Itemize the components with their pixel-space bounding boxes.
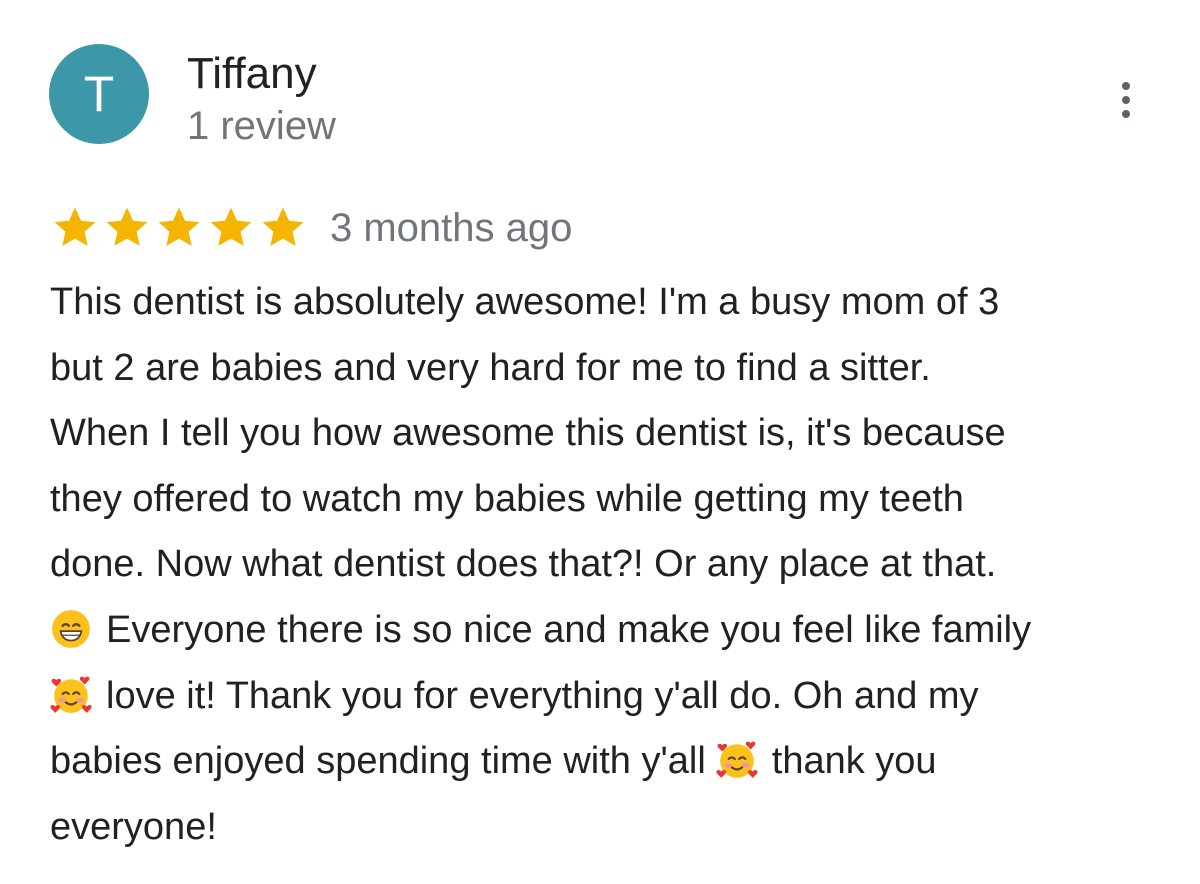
review-line: but 2 are babies and very hard for me to… [50,346,931,389]
more-vert-icon-dot [1122,96,1130,104]
star-icon [54,207,96,246]
smiling-face-with-hearts-emoji-icon [716,741,758,779]
more-vert-icon-dot [1122,82,1130,90]
review-line-text: Everyone there is so nice and make you f… [106,608,1032,651]
review-line: Everyone there is so nice and make you f… [50,598,1180,664]
smiling-face-with-hearts-emoji-icon [50,676,92,713]
star-icon [210,207,252,246]
star-icon [158,207,200,246]
review-line: babies enjoyed spending time with y'all … [50,729,1180,795]
more-vert-icon-dot [1122,110,1130,118]
more-options-button[interactable] [1106,76,1146,124]
review-line-text: love it! Thank you for everything y'all … [106,674,979,717]
star-icon [262,207,304,246]
rating-row: 3 months ago [50,200,572,256]
star-icon [106,207,148,246]
review-line: done. Now what dentist does that?! Or an… [50,543,997,586]
grinning-face-emoji-icon [52,610,90,648]
review-count[interactable]: 1 review [187,100,336,152]
avatar[interactable]: T [49,44,149,144]
review-line: everyone! [50,805,217,848]
review-line: This dentist is absolutely awesome! I'm … [50,281,1000,323]
review-line: When I tell you how awesome this dentist… [50,412,1006,455]
review-line-text: babies enjoyed spending time with y'all [50,740,706,783]
review-text: This dentist is absolutely awesome! I'm … [50,270,1180,860]
review-line: they offered to watch my babies while ge… [50,477,964,520]
review-line-text: thank you [771,740,937,783]
reviewer-name[interactable]: Tiffany [187,46,317,102]
review-timestamp: 3 months ago [330,206,573,250]
star-rating [50,203,308,253]
review-line: love it! Thank you for everything y'all … [50,664,1180,730]
